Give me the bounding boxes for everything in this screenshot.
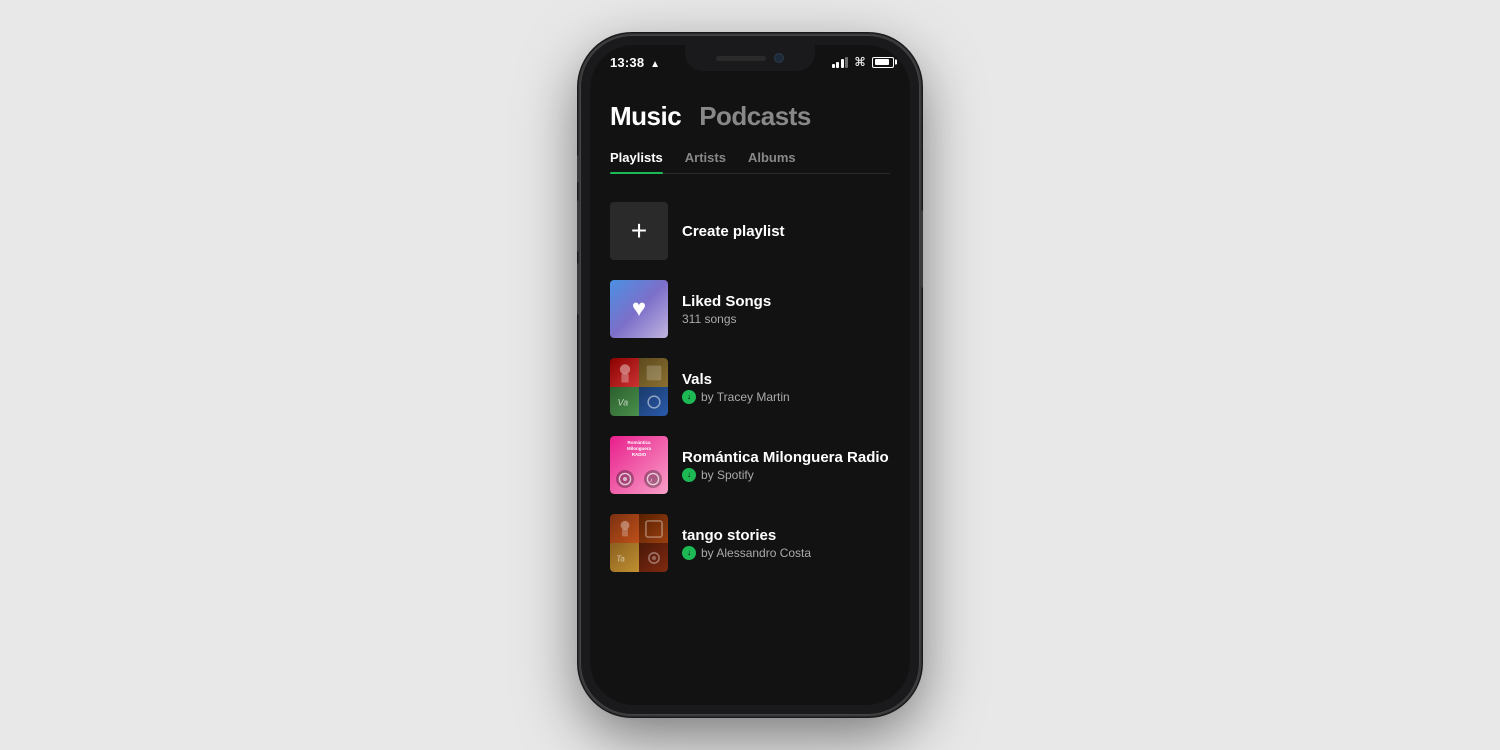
download-arrow-icon: ↓ [687,471,691,479]
notch [685,45,815,71]
playlist-info: tango stories ↓ by Alessandro Costa [682,527,890,560]
tango-collage: Ta [610,514,668,572]
playlist-meta: ↓ by Alessandro Costa [682,546,890,560]
download-badge: ↓ [682,546,696,560]
romantica-circle-2: ♪ [644,470,662,488]
vals-cell-2 [639,358,668,387]
subtab-playlists[interactable]: Playlists [610,150,663,173]
romantica-label: RománticaMilongueraRADIO [613,440,665,458]
vals-art-1 [614,362,636,384]
playlist-name: Create playlist [682,223,890,240]
vals-art-4 [643,391,665,413]
list-item[interactable]: ♥ Liked Songs 311 songs [610,270,890,348]
phone-wrapper: 13:38 ▲ ⌘ Music Podcasts [580,35,920,715]
tango-cell-1 [610,514,639,543]
tab-music[interactable]: Music [610,101,681,132]
screen: 13:38 ▲ ⌘ Music Podcasts [590,45,910,705]
playlist-info: Liked Songs 311 songs [682,293,890,326]
power-button [920,210,923,288]
vals-cell-4 [639,387,668,416]
signal-bar-4 [845,57,848,68]
playlist-info: Romántica Milonguera Radio ↓ by Spotify [682,449,890,482]
battery-fill [875,59,889,65]
vals-art-3: Va [614,391,636,413]
content: Music Podcasts Playlists Artists Albums [590,85,910,705]
vals-cell-3: Va [610,387,639,416]
subtab-artists[interactable]: Artists [685,150,726,173]
subtab-albums[interactable]: Albums [748,150,796,173]
romantica-collage: RománticaMilongueraRADIO ♪ [610,436,668,494]
signal-bar-1 [832,64,835,68]
tango-thumb: Ta [610,514,668,572]
list-item[interactable]: Ta tango stories [610,504,890,582]
signal-bars [832,56,849,68]
playlist-info: Vals ↓ by Tracey Martin [682,371,890,404]
mute-button [577,155,580,183]
volume-up-button [577,200,580,252]
location-icon: ▲ [650,59,660,70]
playlist-meta: ↓ by Tracey Martin [682,390,890,404]
camera [774,53,784,63]
svg-text:Ta: Ta [616,554,625,563]
tango-cell-2 [639,514,668,543]
signal-bar-2 [836,62,839,68]
signal-bar-3 [841,59,844,68]
download-arrow-icon: ↓ [687,393,691,401]
playlist-name: Vals [682,371,890,388]
tango-cell-4 [639,543,668,572]
speaker [716,56,766,61]
svg-text:♪: ♪ [650,477,653,484]
playlist-subtitle: by Alessandro Costa [701,546,811,560]
vals-thumb: Va [610,358,668,416]
vals-collage: Va [610,358,668,416]
download-badge: ↓ [682,390,696,404]
playlist-subtitle: 311 songs [682,312,737,326]
list-item[interactable]: RománticaMilongueraRADIO ♪ [610,426,890,504]
heart-icon: ♥ [632,295,646,323]
tab-podcasts[interactable]: Podcasts [699,101,811,132]
status-icons: ⌘ [832,55,895,69]
battery-icon [872,57,894,68]
playlist-meta: ↓ by Spotify [682,468,890,482]
svg-text:Va: Va [617,397,628,407]
header-tabs: Music Podcasts [610,101,890,132]
list-item[interactable]: Va Vals [610,348,890,426]
playlist-subtitle: by Spotify [701,468,754,482]
vals-art-2 [643,362,665,384]
liked-songs-thumb: ♥ [610,280,668,338]
status-time: 13:38 ▲ [610,55,660,70]
playlist-info: Create playlist [682,223,890,240]
wifi-icon: ⌘ [854,55,866,69]
volume-down-button [577,263,580,315]
tango-cell-3: Ta [610,543,639,572]
playlist-meta: 311 songs [682,312,890,326]
playlist-name: Romántica Milonguera Radio [682,449,890,466]
playlist-subtitle: by Tracey Martin [701,390,790,404]
plus-icon: + [631,217,647,245]
download-badge: ↓ [682,468,696,482]
playlist-name: tango stories [682,527,890,544]
sub-tabs: Playlists Artists Albums [610,150,890,174]
vals-cell-1 [610,358,639,387]
romantica-thumb: RománticaMilongueraRADIO ♪ [610,436,668,494]
playlist-list: + Create playlist ♥ Liked Songs 311 song… [610,192,890,582]
download-arrow-icon: ↓ [687,549,691,557]
list-item[interactable]: + Create playlist [610,192,890,270]
playlist-name: Liked Songs [682,293,890,310]
create-playlist-thumb: + [610,202,668,260]
romantica-circle-1 [616,470,634,488]
